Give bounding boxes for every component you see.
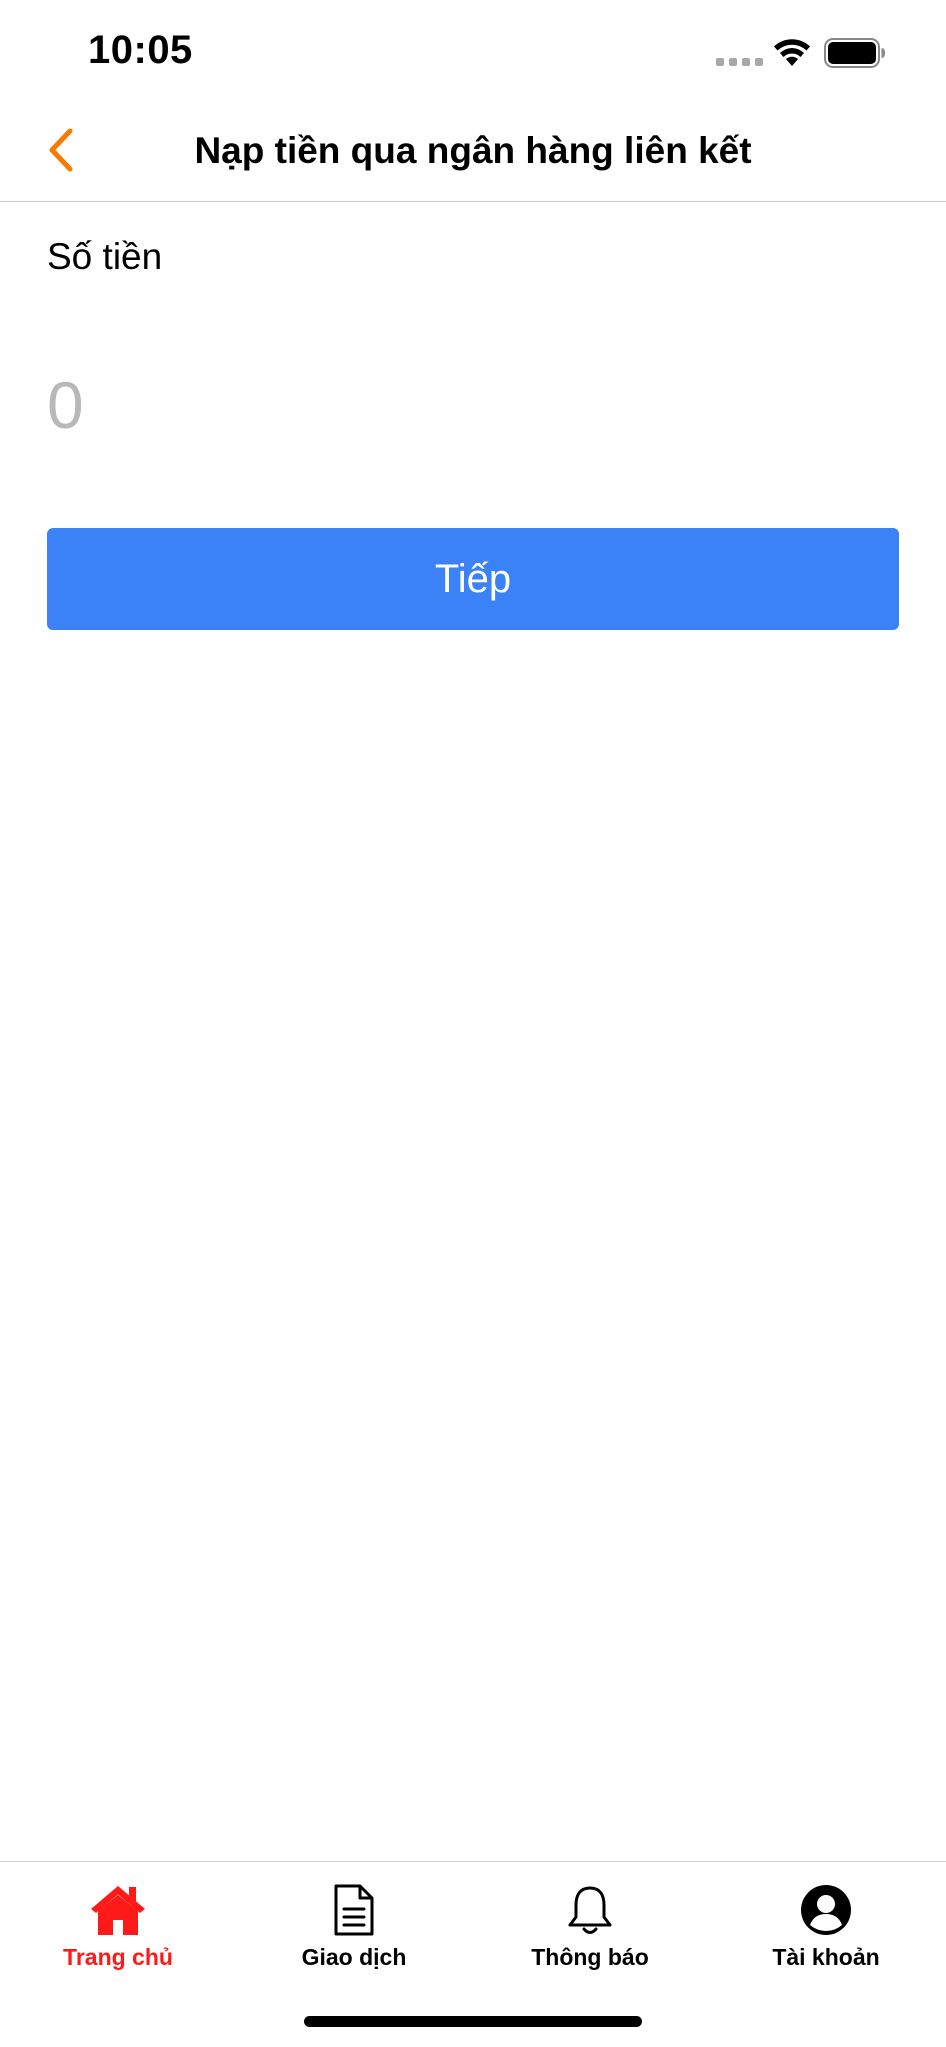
tab-transactions-label: Giao dịch	[301, 1944, 407, 1970]
amount-input[interactable]	[47, 360, 899, 450]
battery-icon	[824, 38, 885, 68]
account-icon	[796, 1882, 856, 1938]
tab-account-label: Tài khoản	[772, 1944, 880, 1970]
status-time: 10:05	[88, 28, 193, 72]
home-icon	[88, 1882, 148, 1938]
tab-home-label: Trang chủ	[63, 1944, 173, 1970]
home-indicator[interactable]	[304, 2016, 642, 2027]
wifi-icon	[774, 39, 810, 66]
tab-home[interactable]: Trang chủ	[0, 1882, 236, 1982]
navigation-bar: Nạp tiền qua ngân hàng liên kết	[0, 100, 946, 202]
tab-account[interactable]: Tài khoản	[708, 1882, 944, 1982]
tab-notifications[interactable]: Thông báo	[472, 1882, 708, 1982]
document-icon	[324, 1882, 384, 1938]
screen: 10:05 Nạp tiền qua ngân hàng liên kết Số…	[0, 0, 946, 2047]
cellular-signal-icon	[716, 58, 763, 66]
continue-button[interactable]: Tiếp	[47, 528, 899, 630]
bell-icon	[560, 1882, 620, 1938]
page-title: Nạp tiền qua ngân hàng liên kết	[194, 130, 752, 171]
tab-notifications-label: Thông báo	[531, 1944, 649, 1970]
amount-label: Số tiền	[47, 236, 163, 277]
tab-transactions[interactable]: Giao dịch	[236, 1882, 472, 1982]
status-bar: 10:05	[0, 0, 946, 100]
